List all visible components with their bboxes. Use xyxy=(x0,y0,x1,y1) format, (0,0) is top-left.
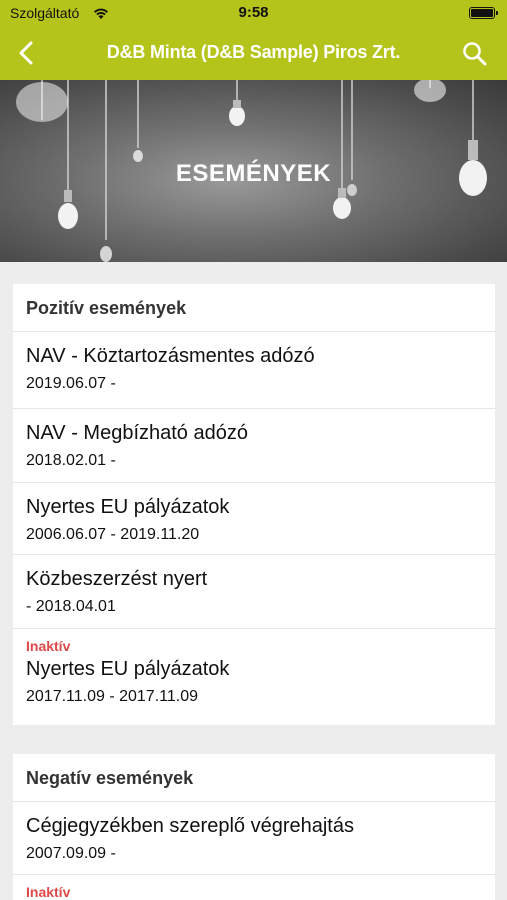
nav-bar: D&B Minta (D&B Sample) Piros Zrt. xyxy=(0,28,507,80)
battery-icon xyxy=(469,7,498,19)
event-row[interactable]: Nyertes EU pályázatok 2006.06.07 - 2019.… xyxy=(13,483,495,555)
event-name: NAV - Köztartozásmentes adózó xyxy=(26,345,315,367)
event-row[interactable]: Közbeszerzést nyert - 2018.04.01 xyxy=(13,555,495,629)
section-header: Negatív események xyxy=(13,754,495,802)
event-dates: 2019.06.07 - xyxy=(26,375,116,392)
event-name: Közbeszerzést nyert xyxy=(26,568,208,590)
negative-events-card: Negatív események Cégjegyzékben szereplő… xyxy=(13,754,495,900)
event-name: Nyertes EU pályázatok xyxy=(26,658,230,680)
event-row-inactive[interactable]: Inaktív xyxy=(13,875,495,900)
inactive-badge: Inaktív xyxy=(26,638,71,654)
clock: 9:58 xyxy=(238,4,269,21)
event-dates: - 2018.04.01 xyxy=(26,598,116,615)
inactive-badge: Inaktív xyxy=(26,884,71,900)
hero-title: ESEMÉNYEK xyxy=(175,160,332,187)
event-row[interactable]: Cégjegyzékben szereplő végrehajtás 2007.… xyxy=(13,802,495,875)
company-title: D&B Minta (D&B Sample) Piros Zrt. xyxy=(106,42,401,62)
status-bar: Szolgáltató 9:58 xyxy=(0,0,507,28)
top-bar: Szolgáltató 9:58 D&B Minta (D&B Sample) … xyxy=(0,0,507,80)
event-dates: 2018.02.01 - xyxy=(26,452,116,469)
event-row[interactable]: NAV - Köztartozásmentes adózó 2019.06.07… xyxy=(13,332,495,409)
event-dates: 2007.09.09 - xyxy=(26,845,116,862)
hero-banner: ESEMÉNYEK xyxy=(0,80,507,262)
event-row-inactive[interactable]: Inaktív Nyertes EU pályázatok 2017.11.09… xyxy=(13,629,495,724)
section-header: Pozitív események xyxy=(13,284,495,332)
search-icon[interactable] xyxy=(461,40,489,68)
event-name: Nyertes EU pályázatok xyxy=(26,496,230,518)
event-dates: 2006.06.07 - 2019.11.20 xyxy=(26,526,200,543)
event-name: NAV - Megbízható adózó xyxy=(26,422,248,444)
event-dates: 2017.11.09 - 2017.11.09 xyxy=(26,688,198,705)
back-chevron-icon[interactable] xyxy=(12,38,42,68)
event-name: Cégjegyzékben szereplő végrehajtás xyxy=(26,815,354,837)
event-row[interactable]: NAV - Megbízható adózó 2018.02.01 - xyxy=(13,409,495,483)
positive-events-card: Pozitív események NAV - Köztartozásmente… xyxy=(13,284,495,725)
